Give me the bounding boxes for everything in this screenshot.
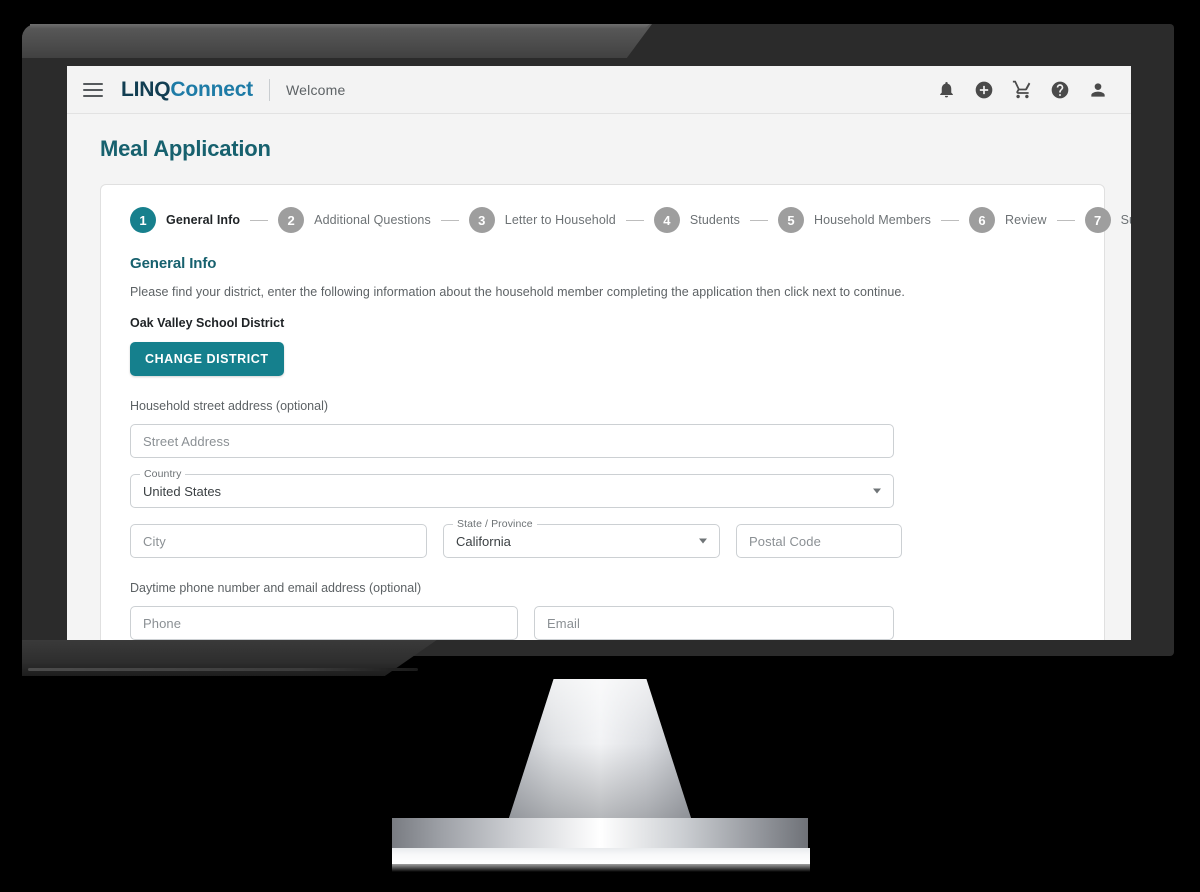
section-title-general-info: General Info	[130, 255, 217, 272]
add-circle-icon[interactable]	[973, 79, 995, 101]
step-label: Household Members	[813, 213, 932, 227]
help-circle-icon[interactable]	[1049, 79, 1071, 101]
phone-input[interactable]: Phone	[130, 606, 518, 640]
city-placeholder: City	[143, 533, 166, 549]
monitor-screen: LINQConnect Welcome Meal Application 1 G…	[67, 66, 1131, 640]
section-description: Please find your district, enter the fol…	[130, 285, 905, 299]
step-number: 7	[1084, 207, 1111, 233]
stepper-step-students[interactable]: 4 Students	[653, 207, 740, 233]
city-input[interactable]: City	[130, 524, 427, 558]
postal-code-placeholder: Postal Code	[749, 533, 821, 549]
stepper-step-household-members[interactable]: 5 Household Members	[777, 207, 932, 233]
stepper-step-general-info[interactable]: 1 General Info	[130, 207, 240, 233]
country-label: Country	[140, 468, 186, 480]
logo-connect-text: Connect	[170, 77, 253, 101]
step-number: 4	[653, 207, 680, 233]
step-number: 1	[130, 207, 156, 233]
header-icon-group	[935, 79, 1109, 101]
postal-code-input[interactable]: Postal Code	[736, 524, 902, 558]
step-number: 5	[777, 207, 804, 233]
step-separator	[625, 219, 644, 221]
phone-email-row: Phone Email	[130, 606, 1078, 640]
state-province-value: California	[456, 533, 511, 549]
stepper-step-review[interactable]: 6 Review	[969, 207, 1047, 233]
country-select[interactable]: Country United States	[130, 468, 894, 508]
country-value: United States	[143, 483, 222, 499]
step-number: 3	[468, 207, 495, 233]
stepper-step-additional-questions[interactable]: 2 Additional Questions	[278, 207, 431, 233]
step-separator	[941, 219, 960, 221]
page-title: Meal Application	[100, 136, 271, 161]
notifications-bell-icon[interactable]	[935, 79, 957, 101]
app-logo[interactable]: LINQConnect	[121, 78, 253, 102]
street-address-input[interactable]: Street Address	[130, 424, 894, 458]
email-input[interactable]: Email	[534, 606, 894, 640]
monitor-stand-reflection	[392, 860, 810, 872]
stepper-step-letter-to-household[interactable]: 3 Letter to Household	[468, 207, 616, 233]
header-divider	[268, 78, 270, 101]
district-name: Oak Valley School District	[130, 316, 285, 330]
step-label: Students	[689, 213, 740, 227]
stepper: 1 General Info 2 Additional Questions 3 …	[130, 207, 1131, 233]
phone-placeholder: Phone	[143, 615, 182, 631]
monitor-bezel-top-highlight	[22, 24, 652, 58]
step-label: Submit	[1120, 213, 1131, 227]
state-province-label: State / Province	[453, 518, 537, 530]
logo-linq-text: LINQ	[121, 77, 171, 101]
chevron-down-icon	[699, 538, 707, 544]
change-district-button[interactable]: CHANGE DISTRICT	[130, 342, 284, 376]
street-address-placeholder: Street Address	[143, 433, 230, 449]
step-separator	[749, 219, 768, 221]
step-number: 6	[969, 207, 996, 233]
household-address-label: Household street address (optional)	[130, 399, 329, 413]
step-number: 2	[278, 207, 305, 233]
step-separator	[250, 219, 269, 221]
stepper-step-submit[interactable]: 7 Submit	[1084, 207, 1131, 233]
welcome-text: Welcome	[285, 81, 346, 98]
monitor-bezel-top-edge	[30, 24, 650, 29]
step-separator	[440, 219, 459, 221]
monitor-stand-base	[392, 818, 808, 852]
hamburger-menu-icon[interactable]	[83, 79, 105, 101]
account-person-icon[interactable]	[1087, 79, 1109, 101]
meal-application-card: 1 General Info 2 Additional Questions 3 …	[100, 184, 1131, 640]
page-content: Meal Application 1 General Info 2 Additi…	[67, 114, 1131, 640]
step-label: General Info	[166, 213, 241, 227]
chevron-down-icon	[873, 488, 881, 494]
step-label: Letter to Household	[504, 213, 616, 227]
step-label: Review	[1005, 213, 1047, 227]
app-header: LINQConnect Welcome	[67, 66, 1131, 114]
shopping-cart-icon[interactable]	[1011, 79, 1033, 101]
monitor-scene: LINQConnect Welcome Meal Application 1 G…	[0, 0, 1200, 892]
email-placeholder: Email	[547, 615, 581, 631]
step-label: Additional Questions	[314, 213, 431, 227]
step-separator	[1056, 219, 1075, 221]
monitor-bezel-bottom-line	[28, 668, 418, 671]
monitor-stand-neck-shading	[508, 679, 692, 819]
contact-info-label: Daytime phone number and email address (…	[130, 581, 422, 595]
state-province-select[interactable]: State / Province California	[443, 518, 720, 558]
city-state-postal-row: City State / Province California Postal …	[130, 518, 1078, 558]
